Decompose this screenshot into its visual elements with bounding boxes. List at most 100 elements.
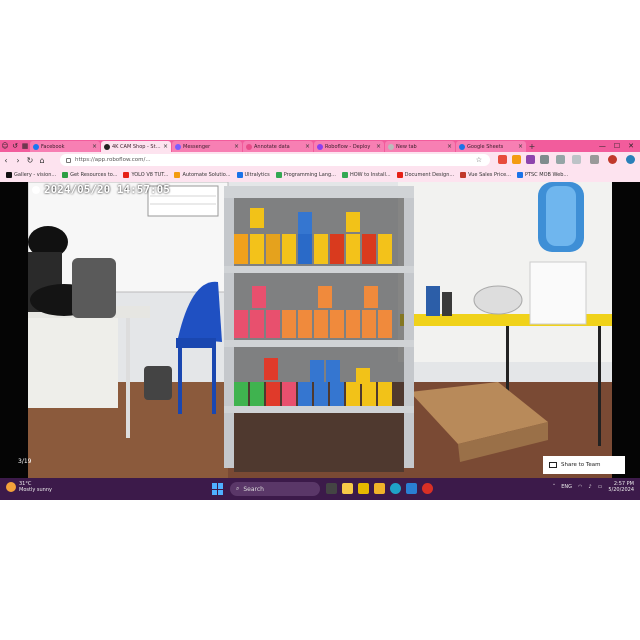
- tab-4[interactable]: Roboflow - Deploy ×: [314, 141, 384, 152]
- bookmark-item[interactable]: YOLO V8 TUT...: [123, 172, 168, 178]
- tab-3[interactable]: Annotate data ×: [243, 141, 313, 152]
- tab-title: Google Sheets: [467, 143, 504, 150]
- store-icon[interactable]: [358, 483, 369, 494]
- menu-dots-icon[interactable]: [626, 155, 635, 164]
- forward-icon[interactable]: ›: [12, 156, 24, 165]
- folder-icon[interactable]: [374, 483, 385, 494]
- tab-0[interactable]: Facebook ×: [30, 141, 100, 152]
- close-tab-icon[interactable]: ×: [518, 143, 523, 150]
- window-controls: — ☐ ✕: [599, 140, 640, 152]
- bookmark-item[interactable]: Get Resources to...: [62, 172, 117, 178]
- bookmark-item[interactable]: Vue Sales Price...: [460, 172, 511, 178]
- timestamp-text: 2024/05/20 14:57:05: [44, 183, 170, 196]
- bookmark-label: Ultralytics: [244, 172, 270, 178]
- extension-icon[interactable]: [512, 155, 521, 164]
- chevron-up-icon[interactable]: ˄: [553, 484, 556, 490]
- automate-icon: [174, 172, 181, 178]
- task-view-icon[interactable]: [326, 483, 337, 494]
- extension-icon[interactable]: [540, 155, 549, 164]
- minimize-icon[interactable]: —: [599, 142, 606, 150]
- search-icon: ⌕: [236, 485, 240, 492]
- desktop-screen: ☺ ↺ ▦ Facebook × 4K CAM Shop - Stores × …: [0, 140, 640, 500]
- battery-icon[interactable]: ▭: [598, 484, 603, 490]
- favicon-icon: [246, 143, 252, 150]
- windows-taskbar: 31°C Mostly sunny ⌕ Search ˄ ENG ◠ ♪ ▭ 2…: [0, 478, 640, 500]
- vscode-icon[interactable]: [406, 483, 417, 494]
- youtube-icon: [123, 172, 130, 178]
- wifi-icon[interactable]: ◠: [578, 484, 582, 490]
- bookmark-item[interactable]: Programming Lang...: [275, 172, 336, 178]
- chrome-icon[interactable]: [422, 483, 433, 494]
- extension-icon[interactable]: [572, 155, 581, 164]
- extension-icon[interactable]: [526, 155, 535, 164]
- url-text: https://app.roboflow.com/...: [75, 157, 151, 163]
- tab-5[interactable]: New tab ×: [385, 141, 455, 152]
- weather-widget[interactable]: 31°C Mostly sunny: [6, 481, 52, 493]
- image-viewer: 2024/05/20 14:57:05 3/19 Share to Team: [0, 182, 640, 478]
- home-icon[interactable]: ⌂: [36, 156, 48, 165]
- close-tab-icon[interactable]: ×: [376, 143, 381, 150]
- web-icon: [516, 172, 523, 178]
- close-tab-icon[interactable]: ×: [163, 143, 168, 150]
- maximize-icon[interactable]: ☐: [614, 142, 620, 150]
- close-tab-icon[interactable]: ×: [305, 143, 310, 150]
- extension-icon[interactable]: [556, 155, 565, 164]
- close-tab-icon[interactable]: ×: [234, 143, 239, 150]
- download-icon[interactable]: [590, 155, 599, 164]
- avatar[interactable]: [608, 155, 617, 164]
- bookmark-item[interactable]: Ultralytics: [236, 172, 270, 178]
- reload-icon[interactable]: ↻: [24, 156, 36, 165]
- bookmark-label: Automate Solutio...: [182, 172, 231, 178]
- camera-frame[interactable]: 2024/05/20 14:57:05: [28, 182, 612, 478]
- volume-icon[interactable]: ♪: [588, 484, 591, 490]
- close-tab-icon[interactable]: ×: [447, 143, 452, 150]
- bookmark-star-icon[interactable]: ☆: [476, 156, 482, 164]
- taskbar-search[interactable]: ⌕ Search: [230, 482, 320, 496]
- tab-menu-icon[interactable]: ▦: [20, 140, 30, 152]
- file-explorer-icon[interactable]: [342, 483, 353, 494]
- share-label: Share to Team: [561, 462, 601, 468]
- url-input[interactable]: https://app.roboflow.com/... ☆: [60, 154, 490, 166]
- close-window-icon[interactable]: ✕: [628, 142, 634, 150]
- share-to-team-button[interactable]: Share to Team: [543, 456, 625, 474]
- tab-search-icon[interactable]: ↺: [10, 140, 20, 152]
- favicon-icon: [33, 143, 39, 150]
- address-bar-row: ‹ › ↻ ⌂ https://app.roboflow.com/... ☆: [0, 152, 640, 168]
- grid-icon: [62, 172, 69, 178]
- tab-6[interactable]: Google Sheets ×: [456, 141, 526, 152]
- favicon-icon: [388, 143, 394, 150]
- windows-start-icon[interactable]: [212, 483, 224, 495]
- sun-icon: [6, 482, 16, 492]
- back-icon[interactable]: ‹: [0, 156, 12, 165]
- profile-icon[interactable]: ☺: [0, 140, 10, 152]
- bookmark-label: YOLO V8 TUT...: [131, 172, 169, 178]
- bookmark-item[interactable]: Document Design...: [396, 172, 454, 178]
- tab-2[interactable]: Messenger ×: [172, 141, 242, 152]
- tab-title: Messenger: [183, 143, 211, 150]
- clock[interactable]: 2:57 PM 5/20/2024: [608, 481, 634, 493]
- tab-title: Facebook: [41, 143, 65, 150]
- extension-icon[interactable]: [498, 155, 507, 164]
- camera-timestamp: 2024/05/20 14:57:05: [32, 183, 170, 196]
- bookmark-label: Programming Lang...: [283, 172, 336, 178]
- code-icon: [275, 172, 282, 178]
- bookmark-item[interactable]: PTSC MOB Web...: [516, 172, 568, 178]
- tab-title: 4K CAM Shop - Stores: [112, 143, 161, 150]
- close-tab-icon[interactable]: ×: [92, 143, 97, 150]
- language-indicator[interactable]: ENG: [561, 484, 572, 490]
- bookmark-item[interactable]: HOW to Install...: [341, 172, 391, 178]
- browser-tab-strip: ☺ ↺ ▦ Facebook × 4K CAM Shop - Stores × …: [0, 140, 640, 152]
- ultralytics-icon: [236, 172, 243, 178]
- system-tray: ˄ ENG ◠ ♪ ▭ 2:57 PM 5/20/2024: [553, 481, 634, 493]
- favicon-icon: [104, 143, 110, 150]
- clock-date: 5/20/2024: [608, 487, 634, 493]
- bookmark-item[interactable]: Gallery - vision...: [6, 172, 56, 178]
- bookmark-item[interactable]: Automate Solutio...: [174, 172, 231, 178]
- store-shelf-photo: [28, 182, 612, 478]
- tab-1[interactable]: 4K CAM Shop - Stores ×: [101, 141, 171, 152]
- edge-icon[interactable]: [390, 483, 401, 494]
- weather-desc: Mostly sunny: [19, 487, 52, 493]
- new-tab-button[interactable]: +: [527, 141, 537, 152]
- picture-in-picture-icon: [549, 462, 557, 468]
- favicon-icon: [459, 143, 465, 150]
